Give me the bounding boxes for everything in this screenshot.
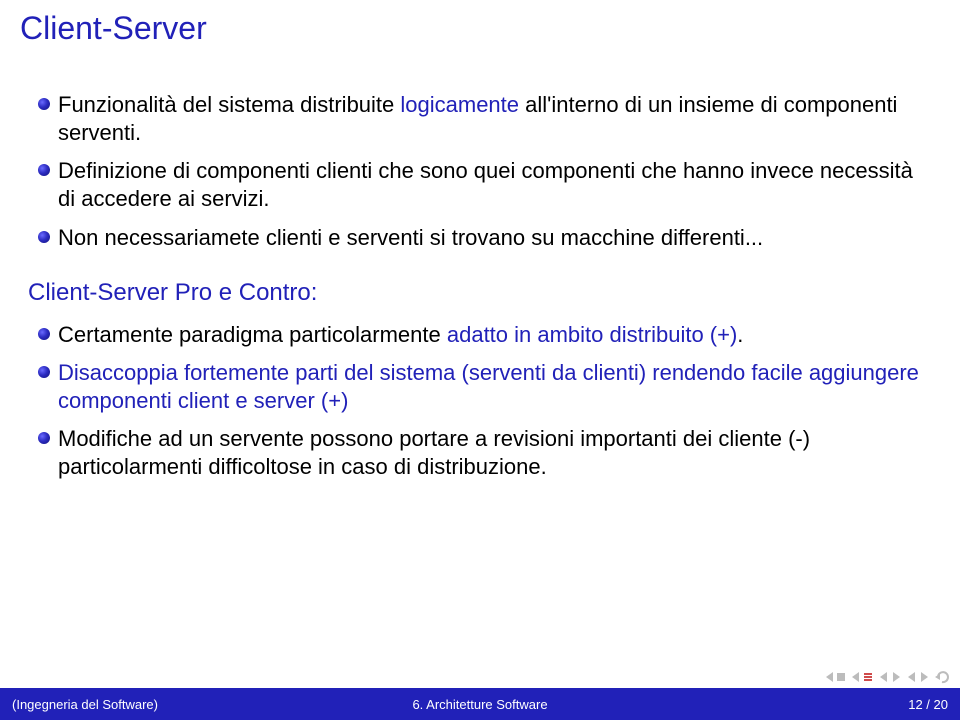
list-item: Non necessariamete clienti e serventi si… — [28, 224, 932, 252]
triangle-right-icon — [918, 671, 930, 683]
nav-next[interactable] — [906, 671, 930, 683]
triangle-left-icon — [878, 671, 890, 683]
text-plain: Non necessariamete clienti e serventi si… — [58, 225, 763, 250]
list-item: Funzionalità del sistema distribuite log… — [28, 91, 932, 147]
text-highlight: adatto in ambito distribuito (+) — [447, 322, 737, 347]
text-highlight: logicamente — [400, 92, 519, 117]
title-bar: Client-Server — [0, 0, 960, 61]
text-plain: Modifiche ad un servente possono portare… — [58, 426, 810, 479]
triangle-right-icon — [890, 671, 902, 683]
text-plain: Definizione di componenti clienti che so… — [58, 158, 913, 211]
nav-first[interactable] — [824, 671, 846, 683]
bullet-list-2: Certamente paradigma particolarmente ada… — [28, 321, 932, 482]
square-icon — [836, 672, 846, 682]
bullet-icon — [38, 164, 50, 176]
triangle-left-icon — [906, 671, 918, 683]
bullet-icon — [38, 366, 50, 378]
text-plain: Funzionalità del sistema distribuite — [58, 92, 400, 117]
footer-right: 12 / 20 — [636, 697, 948, 712]
nav-controls — [822, 666, 952, 688]
nav-back[interactable] — [934, 670, 950, 684]
list-item: Disaccoppia fortemente parti del sistema… — [28, 359, 932, 415]
list-item: Modifiche ad un servente possono portare… — [28, 425, 932, 481]
section-subtitle: Client-Server Pro e Contro: — [28, 278, 932, 309]
footer-bar: (Ingegneria del Software) 6. Architettur… — [0, 688, 960, 720]
bars-icon — [862, 671, 874, 683]
list-item: Definizione di componenti clienti che so… — [28, 157, 932, 213]
bullet-icon — [38, 98, 50, 110]
text-plain: . — [737, 322, 743, 347]
text-plain: Certamente paradigma particolarmente — [58, 322, 447, 347]
page-title: Client-Server — [20, 10, 940, 47]
content-area: Funzionalità del sistema distribuite log… — [0, 61, 960, 688]
bullet-icon — [38, 432, 50, 444]
list-item: Certamente paradigma particolarmente ada… — [28, 321, 932, 349]
slide: Client-Server Funzionalità del sistema d… — [0, 0, 960, 720]
bullet-icon — [38, 231, 50, 243]
bullet-list-1: Funzionalità del sistema distribuite log… — [28, 91, 932, 252]
undo-arrow-icon — [934, 670, 950, 684]
triangle-left-icon — [850, 671, 862, 683]
text-highlight: Disaccoppia fortemente parti del sistema… — [58, 360, 919, 413]
footer-left: (Ingegneria del Software) — [12, 697, 324, 712]
nav-prev-section[interactable] — [850, 671, 874, 683]
triangle-left-icon — [824, 671, 836, 683]
nav-prev[interactable] — [878, 671, 902, 683]
footer-center: 6. Architetture Software — [324, 697, 636, 712]
bullet-icon — [38, 328, 50, 340]
